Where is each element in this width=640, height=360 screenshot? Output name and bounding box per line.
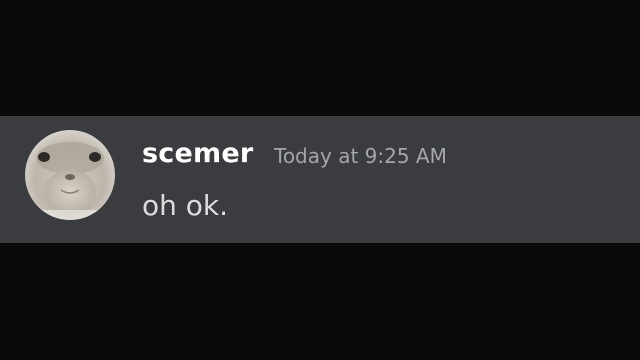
message-timestamp[interactable]: Today at 9:25 AM — [274, 140, 447, 172]
username[interactable]: scemer — [142, 136, 253, 172]
user-avatar[interactable] — [25, 130, 115, 220]
message-content: oh ok. — [142, 189, 229, 222]
chat-message: scemer Today at 9:25 AM oh ok. — [0, 116, 640, 243]
cat-face-icon — [25, 130, 115, 220]
